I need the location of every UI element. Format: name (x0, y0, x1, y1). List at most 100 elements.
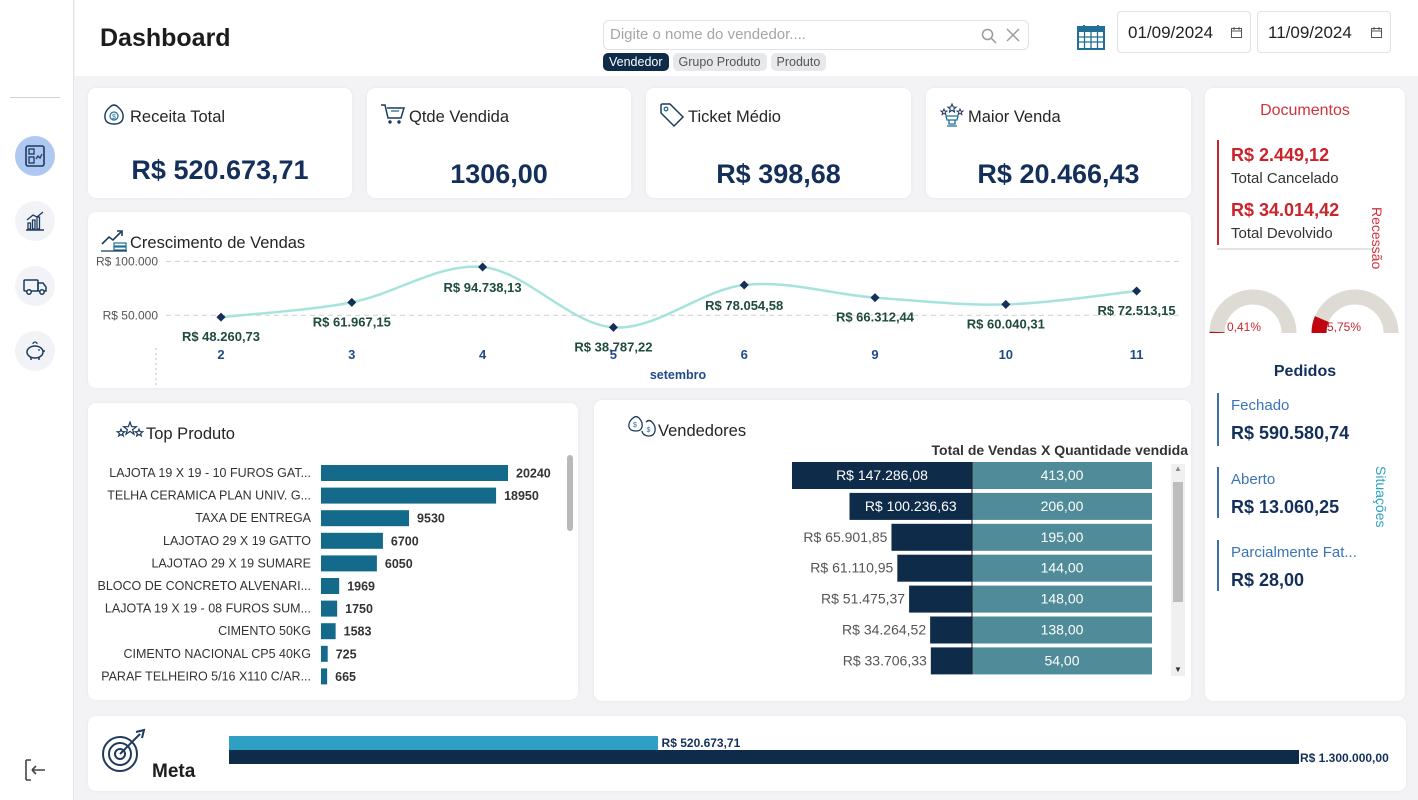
right-panel: Documentos R$ 2.449,12 Total Cancelado R… (1205, 88, 1405, 701)
scroll-down-icon[interactable]: ▼ (1174, 665, 1182, 674)
logout-icon (25, 759, 45, 781)
tab-produto[interactable]: Produto (770, 53, 827, 71)
pedido-aberto-accent (1217, 467, 1219, 518)
date-picker-icon[interactable] (1231, 27, 1242, 38)
vendedores-sales-label: R$ 61.110,95 (810, 560, 893, 576)
top-produto-category: LAJOTAO 29 X 19 GATTO (163, 534, 311, 548)
growth-line-chart: R$ 100.000 R$ 50.000 R$ 48.260,73 2 R$ 61.96… (96, 254, 1183, 388)
vendedores-sales-label: R$ 51.475,37 (821, 591, 905, 607)
tab-grupo-produto[interactable]: Grupo Produto (672, 53, 767, 71)
money-bag-icon: $ (104, 104, 124, 125)
growth-data-label: R$ 61.967,15 (313, 314, 391, 329)
search-scope-tabs: Vendedor Grupo Produto Produto (603, 53, 827, 71)
top-produto-category: BLOCO DE CONCRETO ALVENARI... (98, 579, 311, 593)
price-tag-icon (660, 103, 685, 128)
documentos-title: Documentos (1260, 102, 1350, 119)
growth-data-point (216, 312, 226, 322)
growth-x-tick: 2 (217, 347, 224, 362)
growth-data-point (1001, 299, 1011, 309)
pedido-aberto-value: R$ 13.060,25 (1231, 497, 1340, 517)
growth-data-point (347, 297, 357, 307)
vendedores-qty-label: 144,00 (1041, 560, 1084, 576)
meta-current-value: R$ 520.673,71 (661, 736, 741, 750)
date-end-value: 11/09/2024 (1268, 23, 1352, 42)
meta-card: Meta R$ 520.673,71 R$ 1.300.000,00 (88, 716, 1406, 791)
pedidos-title: Pedidos (1273, 363, 1337, 380)
report-icon (25, 145, 45, 167)
vendedores-sales-bar (930, 647, 972, 675)
top-produto-bar (321, 487, 497, 504)
top-produto-bar (321, 668, 328, 685)
vendedores-scrollbar-track[interactable]: ▲ ▼ (1171, 464, 1185, 676)
top-produto-value: 1583 (344, 625, 372, 639)
piggy-bank-icon (26, 341, 45, 360)
pedido-parcial-value: R$ 28,00 (1231, 570, 1305, 590)
tab-vendedor[interactable]: Vendedor (603, 53, 669, 71)
bar-chart-icon (26, 211, 44, 231)
growth-x-tick: 4 (479, 347, 487, 362)
vendedores-sales-bar (909, 585, 972, 613)
calendar-icon[interactable] (1077, 24, 1105, 50)
kpi-maior-label: Maior Venda (968, 108, 1061, 126)
kpi-receita-value: R$ 520.673,71 (131, 155, 309, 185)
nav-finance-button[interactable] (15, 331, 55, 371)
documentos-divider (1217, 248, 1372, 250)
search-icon[interactable] (980, 27, 998, 45)
growth-data-label: R$ 48.260,73 (182, 329, 260, 344)
top-produto-value: 6050 (385, 557, 413, 571)
top-produto-bar (321, 465, 508, 481)
kpi-qtde-card: Qtde Vendida 1306,00 (367, 88, 631, 198)
vendedores-bar-chart: R$ 147.286,08 413,00 R$ 100.236,63 206,00 R$… (792, 462, 1152, 675)
top-produto-card: Top Produto LAJOTA 19 X 19 - 10 FUROS GA… (88, 403, 578, 700)
top-produto-bar-chart: LAJOTA 19 X 19 - 10 FUROS GAT... 20240 TEL… (98, 465, 551, 685)
top-produto-category: CIMENTO NACIONAL CP5 40KG (123, 647, 311, 661)
scroll-up-icon[interactable]: ▲ (1174, 464, 1182, 473)
growth-x-tick: 11 (1130, 347, 1144, 362)
pedido-fechado-label: Fechado (1231, 397, 1290, 414)
growth-x-tick: 6 (741, 347, 748, 362)
top-produto-value: 1969 (347, 580, 375, 594)
top-produto-value: 20240 (516, 467, 551, 481)
top-produto-scrollbar[interactable] (567, 455, 573, 531)
vendedores-sales-bar (897, 554, 972, 582)
kpi-ticket-label: Ticket Médio (688, 108, 781, 126)
search-box[interactable] (603, 20, 1029, 50)
vendedores-qty-label: 148,00 (1041, 591, 1084, 607)
top-produto-category: LAJOTA 19 X 19 - 08 FUROS SUM... (105, 602, 311, 616)
page-title: Dashboard (100, 24, 231, 52)
date-start-field[interactable]: 01/09/2024 (1117, 11, 1251, 53)
nav-delivery-button[interactable] (15, 266, 55, 306)
header: Dashboard Vendedor Grupo Produto Produto… (75, 0, 1418, 76)
top-produto-bar (321, 600, 338, 617)
growth-x-tick: 3 (348, 347, 355, 362)
growth-x-axis-label: setembro (650, 368, 707, 382)
vendedores-card: $ $ Vendedores Total de Vendas X Quantida… (594, 400, 1191, 701)
vendedores-scrollbar-thumb[interactable] (1173, 482, 1183, 602)
situacoes-label: Situações (1373, 466, 1389, 528)
nav-sales-button[interactable] (15, 201, 55, 241)
top-produto-bar (321, 623, 336, 640)
recessao-label: Recessão (1369, 207, 1385, 270)
growth-y-tick: R$ 50.000 (103, 308, 159, 322)
top-produto-bar (321, 555, 377, 572)
nav-report-button[interactable] (15, 136, 55, 176)
growth-data-point (1132, 286, 1142, 296)
growth-data-point (739, 280, 749, 290)
search-input[interactable] (610, 26, 990, 43)
growth-x-tick: 5 (610, 347, 617, 362)
top-produto-category: PARAF TELHEIRO 5/16 X110 C/AR... (101, 669, 311, 683)
top-produto-category: LAJOTAO 29 X 19 SUMARE (151, 556, 311, 570)
meta-target-bar (229, 750, 1299, 764)
growth-data-point (478, 262, 488, 272)
close-icon[interactable] (1004, 26, 1022, 44)
pedido-parcial-label: Parcialmente Fat... (1231, 544, 1357, 561)
date-start-value: 01/09/2024 (1128, 23, 1214, 42)
date-picker-icon[interactable] (1371, 27, 1382, 38)
growth-data-point (608, 322, 618, 332)
vendedores-sales-label: R$ 33.706,33 (843, 652, 927, 668)
date-end-field[interactable]: 11/09/2024 (1257, 11, 1391, 53)
logout-button[interactable] (22, 757, 48, 788)
growth-x-tick: 10 (999, 347, 1013, 362)
kpi-receita-card: $ Receita Total R$ 520.673,71 (88, 88, 352, 198)
vendedores-sales-label: R$ 65.901,85 (803, 529, 887, 545)
